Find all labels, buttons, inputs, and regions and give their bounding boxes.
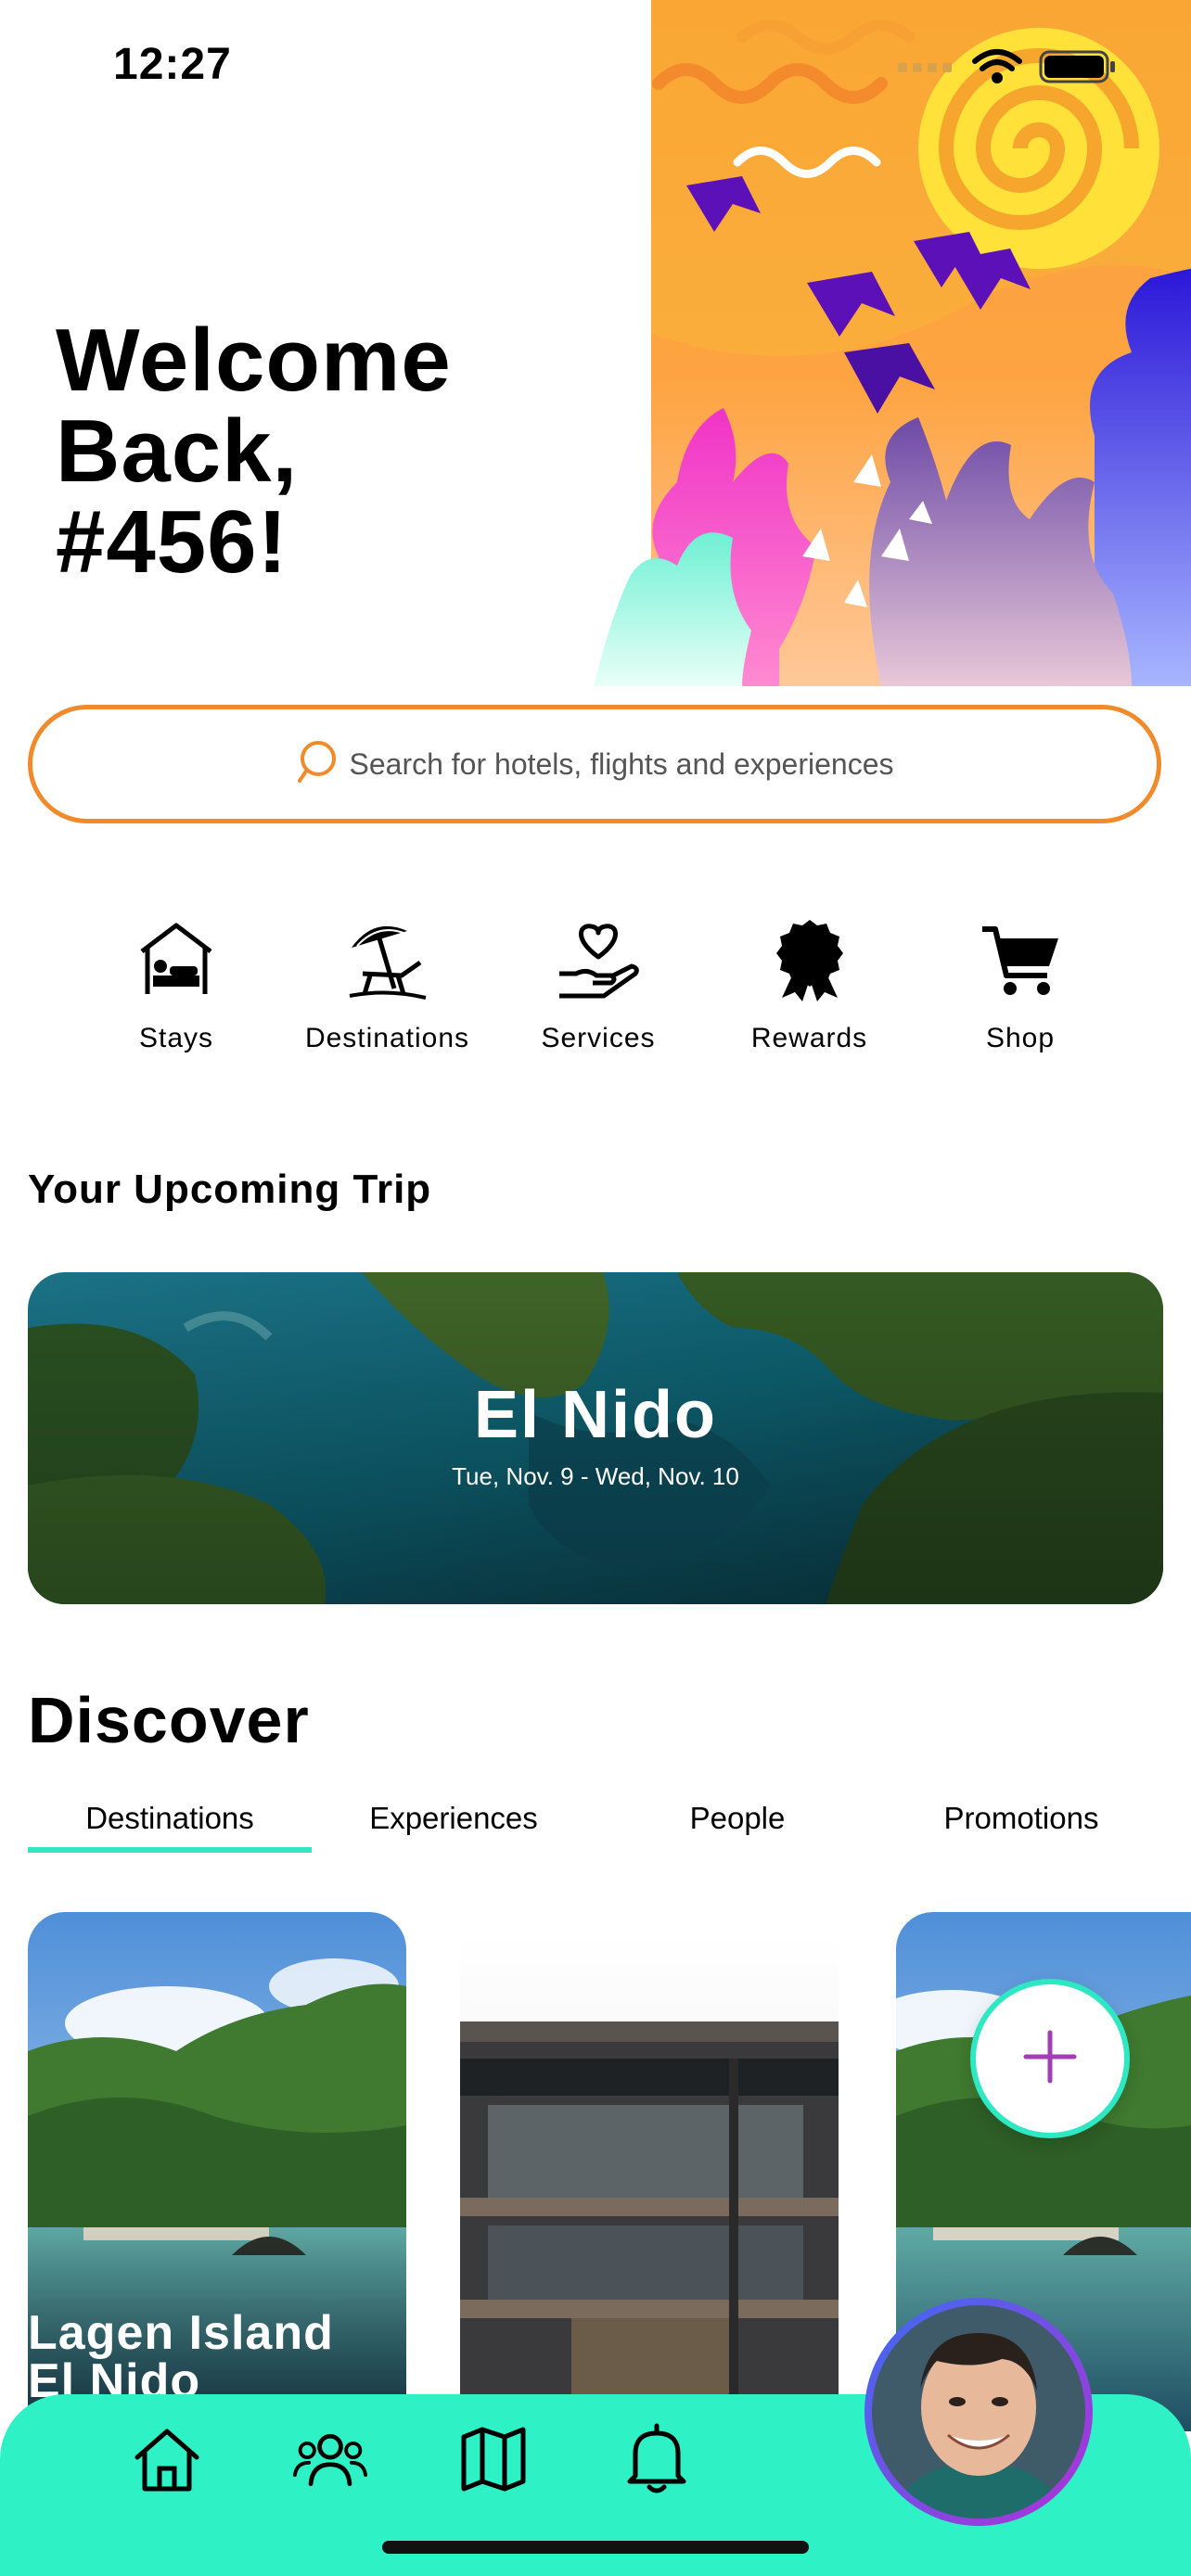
card-title-line-1: Lagen Island — [28, 2306, 334, 2360]
category-stays[interactable]: Stays — [83, 918, 269, 1054]
card-title: Lagen Island El Nido — [28, 2309, 334, 2405]
map-icon[interactable] — [456, 2422, 531, 2496]
add-button[interactable] — [970, 1979, 1130, 2138]
plus-icon — [1022, 2029, 1078, 2089]
category-label: Services — [541, 1023, 656, 1053]
profile-avatar[interactable] — [864, 2298, 1093, 2526]
bed-house-icon — [134, 918, 218, 1006]
status-time: 12:27 — [113, 40, 232, 89]
beach-umbrella-icon — [346, 918, 429, 1006]
wifi-icon — [972, 48, 1022, 90]
tab-promotions[interactable]: Promotions — [879, 1801, 1163, 1853]
tab-destinations[interactable]: Destinations — [28, 1801, 312, 1853]
tab-people[interactable]: People — [596, 1801, 879, 1853]
tab-bar-icons — [130, 2422, 694, 2496]
trip-dates: Tue, Nov. 9 - Wed, Nov. 10 — [452, 1461, 739, 1490]
heart-hand-icon — [554, 918, 643, 1006]
welcome-line-1: Welcome — [56, 311, 452, 410]
home-icon[interactable] — [130, 2422, 204, 2496]
search-input[interactable]: Search for hotels, flights and experienc… — [350, 747, 894, 782]
upcoming-trip-card[interactable]: El Nido Tue, Nov. 9 - Wed, Nov. 10 — [28, 1272, 1163, 1604]
category-label: Stays — [138, 1023, 214, 1053]
search-bar[interactable]: Search for hotels, flights and experienc… — [28, 705, 1161, 823]
hotel-card[interactable] — [460, 1929, 839, 2411]
trip-text: El Nido Tue, Nov. 9 - Wed, Nov. 10 — [28, 1272, 1163, 1604]
discover-tabs: Destinations Experiences People Promotio… — [28, 1801, 1163, 1853]
category-shop[interactable]: Shop — [928, 918, 1113, 1054]
welcome-heading: Welcome Back, #456! — [56, 315, 452, 588]
card-photo — [460, 1929, 839, 2411]
category-rewards[interactable]: Rewards — [717, 918, 903, 1054]
status-indicators — [898, 48, 1117, 90]
category-label: Rewards — [750, 1023, 868, 1053]
welcome-line-3: #456! — [56, 492, 288, 592]
people-icon[interactable] — [293, 2422, 367, 2496]
category-destinations[interactable]: Destinations — [295, 918, 480, 1054]
award-ribbon-icon — [773, 918, 847, 1006]
upcoming-trip-heading: Your Upcoming Trip — [28, 1167, 432, 1212]
category-label: Shop — [985, 1023, 1056, 1053]
category-label: Destinations — [304, 1023, 470, 1053]
hero-illustration — [575, 0, 1191, 686]
trip-destination: El Nido — [474, 1377, 717, 1452]
discover-heading: Discover — [28, 1684, 310, 1756]
welcome-line-2: Back, — [56, 402, 299, 501]
tab-experiences[interactable]: Experiences — [312, 1801, 596, 1853]
search-icon — [296, 738, 342, 791]
avatar-photo — [872, 2305, 1085, 2519]
category-services[interactable]: Services — [506, 918, 691, 1054]
cart-icon — [979, 918, 1062, 1006]
cellular-icon — [898, 57, 955, 81]
battery-icon — [1039, 48, 1117, 90]
bell-icon[interactable] — [620, 2422, 694, 2496]
home-indicator — [382, 2541, 809, 2554]
category-row: Stays Destinations Services Rewards Shop — [83, 918, 1113, 1054]
